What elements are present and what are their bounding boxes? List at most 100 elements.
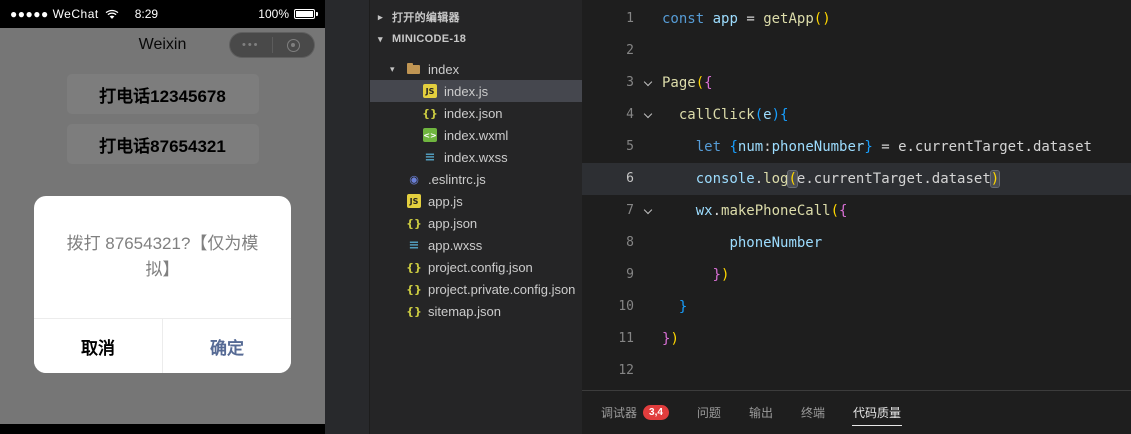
token-bm: ) bbox=[990, 171, 1000, 187]
file-name: app.wxss bbox=[428, 237, 483, 253]
file-index.json[interactable]: {} index.json bbox=[370, 102, 582, 124]
modal-cancel-button[interactable]: 取消 bbox=[34, 319, 163, 373]
token-bg: ) bbox=[721, 267, 730, 283]
file-app.wxss[interactable]: ≡ app.wxss bbox=[370, 234, 582, 256]
token-bb: { bbox=[729, 139, 738, 155]
line-number: 8 bbox=[626, 235, 634, 250]
code-line-12[interactable]: 12 bbox=[582, 355, 1131, 387]
code-line-5[interactable]: 5 let {num:phoneNumber} = e.currentTarge… bbox=[582, 131, 1131, 163]
chevron-down-icon: ▾ bbox=[390, 63, 395, 74]
tab-label: 问题 bbox=[696, 405, 721, 420]
tab-label: 输出 bbox=[748, 405, 773, 420]
file-explorer: ▸ 打开的编辑器 ▾ MINICODE-18 ▾ index JS index.js {… bbox=[370, 0, 582, 434]
file-name: index.js bbox=[444, 83, 489, 99]
line-number: 10 bbox=[618, 299, 634, 314]
line-number: 4 bbox=[626, 107, 634, 122]
js-icon: JS bbox=[423, 84, 437, 98]
code-line-2[interactable]: 2 bbox=[582, 35, 1131, 67]
fold-chevron-icon[interactable] bbox=[634, 99, 662, 131]
modal-actions: 取消 确定 bbox=[34, 318, 291, 373]
file-name: app.json bbox=[428, 215, 478, 231]
token-p bbox=[704, 11, 712, 27]
code-text: Page({ bbox=[662, 67, 1131, 99]
code-line-4[interactable]: 4 callClick(e){ bbox=[582, 99, 1131, 131]
line-number: 1 bbox=[626, 11, 634, 26]
js-icon: JS bbox=[407, 194, 421, 208]
code-text: }) bbox=[662, 259, 1131, 291]
file-name: .eslintrc.js bbox=[428, 171, 486, 187]
code-line-6[interactable]: 6 console.log(e.currentTarget.dataset) bbox=[582, 163, 1131, 195]
token-bb: } bbox=[678, 299, 688, 315]
code-area[interactable]: 1 const app = getApp() 2 3 Page({4 callClick… bbox=[582, 0, 1131, 390]
tab-label: 调试器 bbox=[601, 405, 638, 420]
wifi-icon bbox=[105, 9, 119, 19]
code-line-11[interactable]: 11}) bbox=[582, 323, 1131, 355]
code-line-7[interactable]: 7 wx.makePhoneCall({ bbox=[582, 195, 1131, 227]
eslint-icon: ◉ bbox=[409, 172, 419, 186]
folder-icon bbox=[406, 61, 422, 77]
file-index.wxss[interactable]: ≡ index.wxss bbox=[370, 146, 582, 168]
bottom-panel: 调试器 3,4 问题 输出 终端 代码质量 bbox=[582, 390, 1131, 434]
fold-chevron-icon[interactable] bbox=[634, 67, 662, 99]
token-bg: () bbox=[813, 11, 831, 27]
file-project.config.json[interactable]: {} project.config.json bbox=[370, 256, 582, 278]
carrier-label: ●●●●● WeChat bbox=[10, 7, 99, 21]
open-editors-section[interactable]: ▸ 打开的编辑器 bbox=[370, 6, 582, 28]
file-project.private.config.json[interactable]: {} project.private.config.json bbox=[370, 278, 582, 300]
code-line-8[interactable]: 8 phoneNumber bbox=[582, 227, 1131, 259]
file-name: index.wxml bbox=[444, 127, 509, 143]
code-text: } bbox=[662, 291, 1131, 323]
wxss-icon: ≡ bbox=[424, 149, 436, 165]
token-v: e bbox=[763, 107, 772, 123]
token-bp: { bbox=[839, 203, 848, 219]
battery-icon bbox=[294, 9, 318, 19]
json-icon: {} bbox=[406, 260, 422, 274]
project-root-section[interactable]: ▾ MINICODE-18 bbox=[370, 28, 582, 50]
chevron-down-icon: ▾ bbox=[378, 33, 383, 44]
code-text: wx.makePhoneCall({ bbox=[662, 195, 1131, 227]
file-index.wxml[interactable]: <> index.wxml bbox=[370, 124, 582, 146]
token-v: num bbox=[737, 139, 764, 155]
panel-tab-code-quality[interactable]: 代码质量 bbox=[851, 399, 902, 426]
file-name: index.json bbox=[444, 105, 503, 121]
modal-confirm-button[interactable]: 确定 bbox=[163, 319, 291, 373]
chevron-down-icon bbox=[643, 109, 653, 118]
file-.eslintrc.js[interactable]: ◉ .eslintrc.js bbox=[370, 168, 582, 190]
token-v: console bbox=[695, 171, 755, 187]
token-p bbox=[662, 203, 696, 219]
token-p bbox=[662, 267, 713, 283]
line-number: 7 bbox=[626, 203, 634, 218]
panel-tab-terminal[interactable]: 终端 bbox=[800, 399, 826, 426]
file-sitemap.json[interactable]: {} sitemap.json bbox=[370, 300, 582, 322]
line-number: 5 bbox=[626, 139, 634, 154]
file-app.js[interactable]: JS app.js bbox=[370, 190, 582, 212]
wxml-icon: <> bbox=[423, 128, 437, 142]
line-number: 11 bbox=[618, 331, 634, 346]
file-name: index.wxss bbox=[444, 149, 508, 165]
code-line-10[interactable]: 10 } bbox=[582, 291, 1131, 323]
token-bg: ) bbox=[670, 331, 679, 347]
token-bb: ( bbox=[754, 107, 764, 123]
file-app.json[interactable]: {} app.json bbox=[370, 212, 582, 234]
token-v: app bbox=[712, 11, 738, 27]
folder-index[interactable]: ▾ index bbox=[370, 58, 582, 80]
file-index.js[interactable]: JS index.js bbox=[370, 80, 582, 102]
token-bm: ( bbox=[788, 171, 797, 187]
panel-tabs: 调试器 3,4 问题 输出 终端 代码质量 bbox=[600, 391, 902, 434]
panel-tab-debugger[interactable]: 调试器 3,4 bbox=[600, 399, 670, 426]
battery-group: 100% bbox=[258, 7, 318, 21]
code-line-3[interactable]: 3 Page({ bbox=[582, 67, 1131, 99]
panel-tab-output[interactable]: 输出 bbox=[748, 399, 774, 426]
panel-tab-problems[interactable]: 问题 bbox=[696, 399, 722, 426]
fold-chevron-icon[interactable] bbox=[634, 195, 662, 227]
token-bb: { bbox=[780, 107, 789, 123]
code-line-9[interactable]: 9 }) bbox=[582, 259, 1131, 291]
code-line-1[interactable]: 1 const app = getApp() bbox=[582, 3, 1131, 35]
